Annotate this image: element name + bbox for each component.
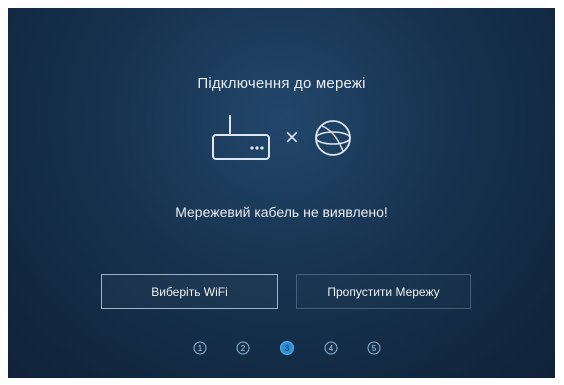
step-4-label: 4 bbox=[329, 344, 334, 353]
setup-stepper: 1 2 3 4 5 bbox=[48, 341, 518, 355]
setup-screen: Підключення до мережі × Мережевий кабель… bbox=[8, 8, 555, 378]
no-cable-message: Мережевий кабель не виявлено! bbox=[175, 204, 388, 220]
step-3-active: 3 bbox=[280, 341, 294, 355]
step-2-label: 2 bbox=[241, 344, 246, 353]
connection-status-icons: × bbox=[8, 111, 555, 161]
step-1: 1 bbox=[193, 341, 207, 355]
step-5: 5 bbox=[367, 341, 381, 355]
globe-icon bbox=[313, 119, 353, 162]
step-5-label: 5 bbox=[372, 344, 377, 353]
router-icon bbox=[211, 111, 273, 166]
page-title: Підключення до мережі bbox=[197, 75, 366, 92]
step-1-label: 1 bbox=[198, 344, 203, 353]
step-3-label: 3 bbox=[285, 344, 290, 353]
disconnected-mark: × bbox=[284, 126, 300, 148]
select-wifi-button[interactable]: Виберіть WiFi bbox=[101, 274, 278, 309]
skip-network-button[interactable]: Пропустити Мережу bbox=[296, 274, 471, 309]
step-4: 4 bbox=[324, 341, 338, 355]
step-2: 2 bbox=[236, 341, 250, 355]
